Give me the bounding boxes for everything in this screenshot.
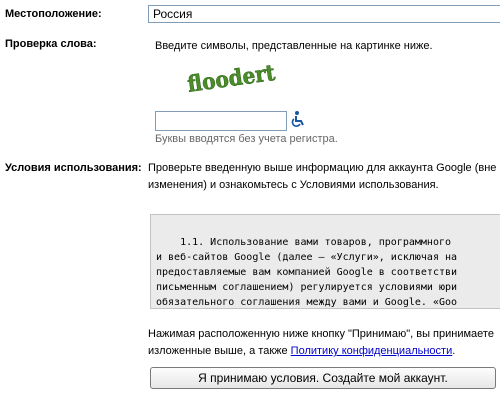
accept-create-account-button[interactable]: Я принимаю условия. Создайте мой аккаунт…	[150, 367, 496, 389]
captcha-instruction: Введите символы, представленные на карти…	[155, 40, 433, 52]
wheelchair-icon[interactable]	[291, 111, 305, 127]
privacy-policy-link[interactable]: Политику конфиденциальности	[291, 345, 453, 357]
terms-label: Условия использования:	[5, 162, 142, 174]
accept-note: Нажимая расположенную ниже кнопку "Прини…	[148, 326, 500, 360]
accept-note-line2: изложенные выше, а также Политику конфид…	[148, 343, 500, 360]
terms-intro-line1: Проверьте введенную выше информацию для …	[148, 162, 497, 174]
word-verification-label: Проверка слова:	[5, 38, 97, 50]
tos-line: обязательного соглашения между вами и Go…	[156, 297, 458, 308]
tos-line: 1.1. Использование вами товаров, програм…	[156, 237, 452, 248]
tos-line: предоставляемые вам компанией Google в с…	[156, 267, 458, 278]
location-label: Местоположение:	[5, 8, 102, 20]
accept-note-line1: Нажимая расположенную ниже кнопку "Прини…	[148, 328, 494, 340]
location-select[interactable]: Россия	[148, 5, 500, 23]
captcha-hint: Буквы вводятся без учета регистра.	[155, 133, 338, 145]
accept-note-prefix: изложенные выше, а также	[148, 345, 291, 357]
accept-note-suffix: .	[452, 345, 456, 357]
captcha-text: floodert	[186, 60, 278, 96]
terms-intro: Проверьте введенную выше информацию для …	[148, 160, 500, 194]
captcha-input[interactable]	[155, 111, 287, 131]
captcha-image: floodert	[186, 59, 278, 96]
terms-intro-line2: изменения) и ознакомьтесь с Условиями ис…	[148, 179, 439, 191]
terms-of-service-box[interactable]: 1.1. Использование вами товаров, програм…	[150, 214, 500, 309]
tos-line: письменным соглашением) регулируется усл…	[156, 282, 458, 293]
tos-line: и веб-сайтов Google (далее – «Услуги», и…	[156, 252, 458, 263]
